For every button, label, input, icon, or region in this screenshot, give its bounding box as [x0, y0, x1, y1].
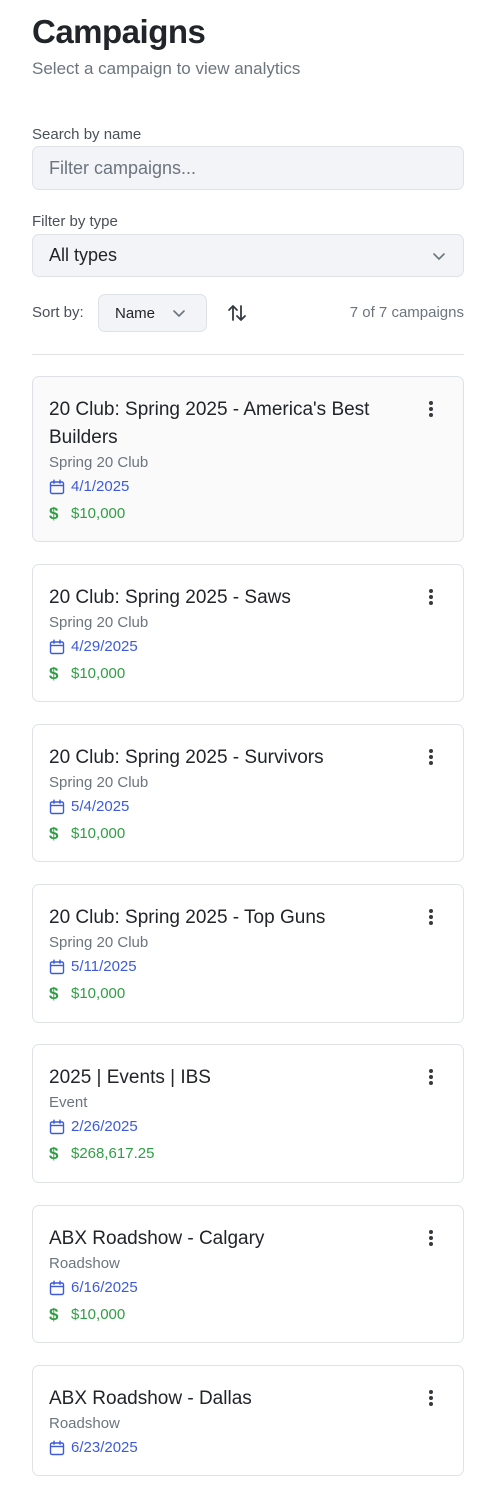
calendar-icon [49, 1280, 65, 1295]
campaign-date: 6/16/2025 [71, 1279, 138, 1296]
campaign-name: ABX Roadshow - Dallas [49, 1388, 252, 1409]
sort-label: Sort by: [32, 304, 84, 321]
campaign-card[interactable]: 20 Club: Spring 2025 - Top Guns Spring 2… [32, 884, 464, 1023]
card-menu-button[interactable] [421, 747, 441, 769]
card-menu-button[interactable] [421, 587, 441, 609]
kebab-menu-icon [429, 749, 433, 765]
campaign-card[interactable]: 20 Club: Spring 2025 - America's Best Bu… [32, 376, 464, 542]
page-subtitle: Select a campaign to view analytics [32, 59, 301, 78]
campaign-amount-row: $ $10,000 [49, 1301, 447, 1328]
page-title: Campaigns [32, 13, 206, 50]
campaign-amount-row: $ $10,000 [49, 820, 447, 847]
campaign-date: 4/29/2025 [71, 638, 138, 655]
campaign-name: 20 Club: Spring 2025 - America's Best Bu… [49, 399, 370, 448]
campaign-card[interactable]: 20 Club: Spring 2025 - Saws Spring 20 Cl… [32, 564, 464, 702]
campaign-card[interactable]: ABX Roadshow - Dallas Roadshow 6/23/2025 [32, 1365, 464, 1476]
campaign-name: 2025 | Events | IBS [49, 1067, 211, 1088]
sort-direction-toggle[interactable] [225, 301, 249, 325]
card-menu-button[interactable] [421, 1388, 441, 1410]
divider [32, 354, 464, 355]
campaign-date: 4/1/2025 [71, 478, 130, 495]
campaign-date: 5/11/2025 [71, 958, 137, 975]
kebab-menu-icon [429, 1069, 433, 1085]
campaign-date: 2/26/2025 [71, 1118, 138, 1135]
calendar-icon [49, 959, 65, 974]
campaign-amount-row: $ $268,617.25 [49, 1140, 447, 1167]
campaign-name: 20 Club: Spring 2025 - Saws [49, 587, 291, 608]
campaign-name: 20 Club: Spring 2025 - Top Guns [49, 907, 326, 928]
dollar-icon: $ [49, 824, 59, 843]
campaign-date-row: 5/11/2025 [49, 953, 447, 980]
campaign-name: 20 Club: Spring 2025 - Survivors [49, 747, 324, 768]
campaign-card[interactable]: 2025 | Events | IBS Event 2/26/2025 $ $2… [32, 1044, 464, 1183]
search-input[interactable] [32, 146, 464, 190]
sort-field-value: Name [115, 304, 156, 322]
campaign-type: Spring 20 Club [49, 774, 149, 791]
sort-field-select[interactable]: Name [98, 294, 207, 332]
filter-type-select[interactable]: All types [32, 234, 464, 277]
kebab-menu-icon [429, 909, 433, 925]
campaign-amount-row: $ $10,000 [49, 660, 447, 687]
campaign-amount: $10,000 [71, 825, 126, 842]
campaign-date-row: 4/29/2025 [49, 633, 447, 660]
dollar-icon: $ [49, 504, 59, 523]
dollar-icon: $ [49, 1305, 59, 1324]
campaign-name: ABX Roadshow - Calgary [49, 1228, 265, 1249]
campaign-date-row: 2/26/2025 [49, 1113, 447, 1140]
kebab-menu-icon [429, 1230, 433, 1246]
card-menu-button[interactable] [421, 399, 441, 421]
kebab-menu-icon [429, 589, 433, 605]
campaign-type: Spring 20 Club [49, 934, 149, 951]
campaign-date-row: 5/4/2025 [49, 793, 447, 820]
arrows-up-down-icon [228, 305, 246, 321]
kebab-menu-icon [429, 1390, 433, 1406]
calendar-icon [49, 639, 65, 654]
calendar-icon [49, 1119, 65, 1134]
sort-toolbar: Sort by: Name 7 of 7 campaigns [32, 294, 464, 332]
calendar-icon [49, 1440, 65, 1455]
card-menu-button[interactable] [421, 907, 441, 929]
campaign-type: Event [49, 1094, 88, 1111]
calendar-icon [49, 479, 65, 494]
calendar-icon [49, 799, 65, 814]
chevron-down-icon [433, 252, 445, 260]
campaign-type: Roadshow [49, 1255, 120, 1272]
campaign-date-row: 6/23/2025 [49, 1434, 447, 1461]
campaign-amount: $10,000 [71, 505, 126, 522]
campaign-type: Roadshow [49, 1415, 120, 1432]
campaign-amount: $10,000 [71, 985, 126, 1002]
kebab-menu-icon [429, 401, 433, 417]
dollar-icon: $ [49, 1144, 59, 1163]
campaign-card[interactable]: 20 Club: Spring 2025 - Survivors Spring … [32, 724, 464, 862]
dollar-icon: $ [49, 664, 59, 683]
card-menu-button[interactable] [421, 1228, 441, 1250]
card-menu-button[interactable] [421, 1067, 441, 1089]
campaign-count: 7 of 7 campaigns [349, 304, 464, 321]
campaign-amount: $10,000 [71, 1306, 126, 1323]
dollar-icon: $ [49, 984, 59, 1003]
filter-type-label: Filter by type [32, 213, 118, 230]
campaign-amount: $10,000 [71, 665, 126, 682]
campaign-date-row: 4/1/2025 [49, 473, 447, 500]
campaign-amount-row: $ $10,000 [49, 980, 447, 1007]
campaign-date: 5/4/2025 [71, 798, 130, 815]
campaign-type: Spring 20 Club [49, 614, 149, 631]
campaign-type: Spring 20 Club [49, 454, 149, 471]
campaign-amount: $268,617.25 [71, 1145, 155, 1162]
campaign-date-row: 6/16/2025 [49, 1274, 447, 1301]
campaign-date: 6/23/2025 [71, 1439, 138, 1456]
campaign-amount-row: $ $10,000 [49, 500, 447, 527]
chevron-down-icon [173, 310, 185, 317]
filter-type-value: All types [49, 245, 118, 265]
campaign-card[interactable]: ABX Roadshow - Calgary Roadshow 6/16/202… [32, 1205, 464, 1343]
search-label: Search by name [32, 126, 142, 143]
